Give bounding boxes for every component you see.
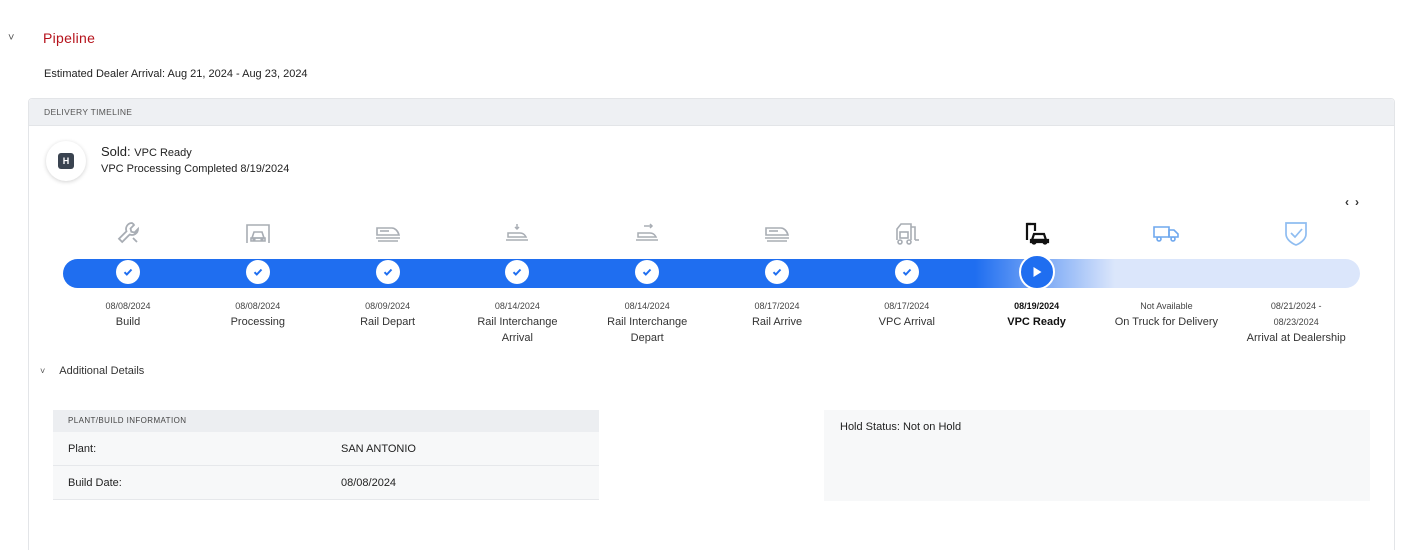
plant-row: Plant: SAN ANTONIO <box>53 432 599 466</box>
train-arrive-icon <box>712 219 842 247</box>
rail-interchange-depart-icon <box>582 219 712 247</box>
rail-interchange-arrival-icon <box>452 219 582 247</box>
stage-label: VPC Ready <box>1007 316 1066 328</box>
pipeline-title: Pipeline <box>43 30 96 46</box>
timeline-prev-button[interactable]: ‹ <box>1345 195 1355 209</box>
hold-status-text: Hold Status: Not on Hold <box>840 421 962 433</box>
timeline-stage: 08/09/2024 Rail Depart <box>323 219 453 330</box>
shield-check-icon <box>1231 219 1361 247</box>
plant-value: SAN ANTONIO <box>341 442 416 455</box>
stage-label: Rail Depart <box>360 316 416 328</box>
car-garage-icon <box>193 219 323 247</box>
estimated-dealer-arrival: Estimated Dealer Arrival: Aug 21, 2024 -… <box>44 68 308 80</box>
additional-details-label: Additional Details <box>59 365 145 377</box>
stage-label: Rail Arrive <box>751 316 803 328</box>
stage-label: Processing <box>230 316 285 328</box>
delivery-timeline-header: DELIVERY TIMELINE <box>29 99 1394 126</box>
timeline-stage: 08/17/2024 Rail Arrive <box>712 219 842 330</box>
build-date-value: 08/08/2024 <box>341 476 397 489</box>
timeline-stage: 08/08/2024 Processing <box>193 219 323 330</box>
status-value: VPC Ready <box>134 147 192 159</box>
plant-key: Plant: <box>68 442 97 455</box>
stage-date: 08/09/2024 <box>365 301 411 311</box>
stage-label: Arrival at Dealership <box>1246 332 1346 344</box>
stage-date: 08/14/2024 <box>624 301 670 311</box>
check-icon <box>505 260 530 284</box>
hold-status-card: Hold Status: Not on Hold <box>824 410 1370 501</box>
status-label: Sold: <box>101 144 131 159</box>
current-stage-marker-icon <box>1018 254 1055 290</box>
pipeline-collapse-chevron-icon[interactable]: ˅ <box>8 32 14 44</box>
stage-date: 08/17/2024 <box>754 301 800 311</box>
timeline-stage: 08/08/2024 Build <box>63 219 193 330</box>
stage-date: 08/14/2024 <box>494 301 540 311</box>
check-icon <box>894 260 919 284</box>
stage-label: Build <box>115 316 141 328</box>
stage-label: Rail Interchange Arrival <box>477 316 558 344</box>
stage-label: VPC Arrival <box>878 316 935 328</box>
build-date-row: Build Date: 08/08/2024 <box>53 466 599 500</box>
timeline-stage: 08/21/2024 - 08/23/2024 Arrival at Dealer… <box>1231 219 1361 346</box>
timeline-stage: 08/17/2024 VPC Arrival <box>842 219 972 330</box>
stage-date: 08/19/2024 <box>1014 301 1060 311</box>
forklift-icon <box>842 219 972 247</box>
check-icon <box>375 260 400 284</box>
wrench-icon <box>63 219 193 247</box>
status-summary: Sold: VPC Ready <box>101 144 192 159</box>
status-detail: VPC Processing Completed 8/19/2024 <box>101 163 290 175</box>
stage-date: Not Available <box>1140 301 1193 311</box>
stage-date: 08/08/2024 <box>105 301 151 311</box>
additional-details-toggle[interactable]: ˅ Additional Details <box>40 365 144 377</box>
timeline-stage: 08/14/2024 Rail Interchange Depart <box>582 219 712 346</box>
timeline-next-button[interactable]: › <box>1355 195 1365 209</box>
plant-build-card: PLANT/BUILD INFORMATION Plant: SAN ANTON… <box>53 410 599 500</box>
timeline-stage: 08/19/2024 VPC Ready <box>972 219 1102 330</box>
stage-date: 08/08/2024 <box>235 301 281 311</box>
plant-build-header: PLANT/BUILD INFORMATION <box>53 410 599 432</box>
pending-stage-marker <box>1284 260 1308 284</box>
train-icon <box>323 219 453 247</box>
check-icon <box>765 260 789 284</box>
pending-stage-marker <box>1154 260 1178 284</box>
check-icon <box>245 260 270 284</box>
hold-badge-icon: H <box>58 153 74 169</box>
status-avatar: H <box>46 141 86 181</box>
truck-icon <box>1101 219 1231 247</box>
timeline-stage: Not Available On Truck for Delivery <box>1101 219 1231 330</box>
build-date-key: Build Date: <box>68 476 122 489</box>
timeline-stage: 08/14/2024 Rail Interchange Arrival <box>452 219 582 346</box>
timeline-nav: ‹› <box>1345 195 1365 209</box>
check-icon <box>116 260 140 284</box>
stage-date: 08/17/2024 <box>884 301 930 311</box>
vpc-ready-icon <box>972 219 1102 247</box>
stage-date: 08/21/2024 - 08/23/2024 <box>1270 301 1322 327</box>
stage-label: Rail Interchange Depart <box>607 316 688 344</box>
stage-label: On Truck for Delivery <box>1114 316 1219 328</box>
chevron-down-icon: ˅ <box>40 366 46 376</box>
check-icon <box>635 260 660 284</box>
